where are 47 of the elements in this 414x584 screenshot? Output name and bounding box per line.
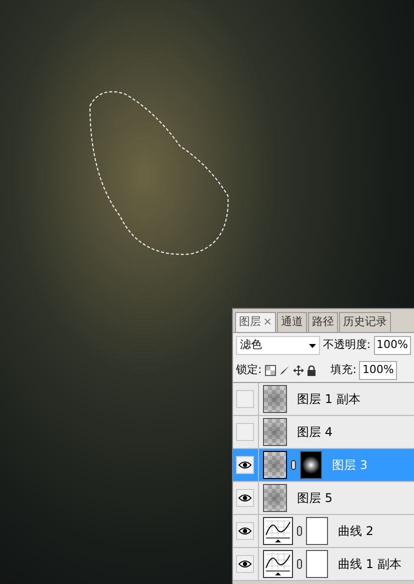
layer-name: 图层 4: [297, 424, 332, 441]
curves-thumbnail: [263, 517, 293, 545]
panel-tab[interactable]: 路径: [308, 312, 338, 332]
eye-icon: [238, 461, 252, 469]
panel-tab[interactable]: 历史记录: [339, 312, 392, 332]
layer-row[interactable]: 图层 1 副本: [233, 383, 414, 416]
layer-thumbnail: [263, 451, 287, 479]
visibility-toggle[interactable]: [236, 390, 254, 408]
visibility-toggle[interactable]: [236, 555, 254, 573]
fill-label: 填充:: [330, 362, 356, 378]
caret-icon: [308, 344, 316, 348]
close-icon[interactable]: ×: [263, 314, 272, 331]
fill-field[interactable]: 100%: [359, 360, 397, 380]
layer-name: 曲线 1 副本: [338, 556, 402, 573]
eye-icon: [238, 494, 252, 502]
lock-icon[interactable]: [306, 364, 316, 376]
visibility-toggle[interactable]: [236, 456, 254, 474]
opacity-field[interactable]: 100%: [374, 336, 411, 355]
eye-icon: [238, 527, 252, 535]
layer-thumbnail: [263, 418, 287, 446]
layer-name: 图层 1 副本: [297, 391, 360, 408]
lock-transparency-icon[interactable]: [264, 364, 276, 376]
blend-mode-value: 滤色: [240, 337, 262, 354]
visibility-toggle[interactable]: [236, 522, 254, 540]
panel-tab[interactable]: 图层 ×: [235, 312, 276, 332]
move-icon[interactable]: [292, 364, 304, 376]
layer-row[interactable]: 曲线 1 副本: [233, 548, 414, 581]
visibility-toggle[interactable]: [236, 423, 254, 441]
brush-icon[interactable]: [278, 364, 290, 376]
lock-label: 锁定:: [236, 362, 262, 378]
link-icon[interactable]: [297, 559, 302, 569]
eye-icon: [238, 560, 252, 568]
opacity-label: 不透明度:: [322, 337, 371, 354]
layer-name: 曲线 2: [338, 523, 374, 540]
layer-name: 图层 5: [297, 490, 332, 507]
layer-thumbnail: [263, 484, 287, 512]
layer-row[interactable]: 图层 5: [233, 482, 414, 515]
link-icon[interactable]: [297, 526, 302, 536]
visibility-toggle[interactable]: [236, 489, 254, 507]
curves-thumbnail: [263, 550, 293, 578]
layer-row[interactable]: 曲线 2: [233, 515, 414, 548]
link-icon[interactable]: [291, 460, 296, 470]
layer-thumbnail: [263, 385, 287, 413]
blend-mode-dropdown[interactable]: 滤色: [236, 336, 320, 355]
layer-name: 图层 3: [332, 457, 368, 474]
layer-row[interactable]: 图层 4: [233, 416, 414, 449]
panel-tab[interactable]: 通道: [277, 312, 308, 332]
